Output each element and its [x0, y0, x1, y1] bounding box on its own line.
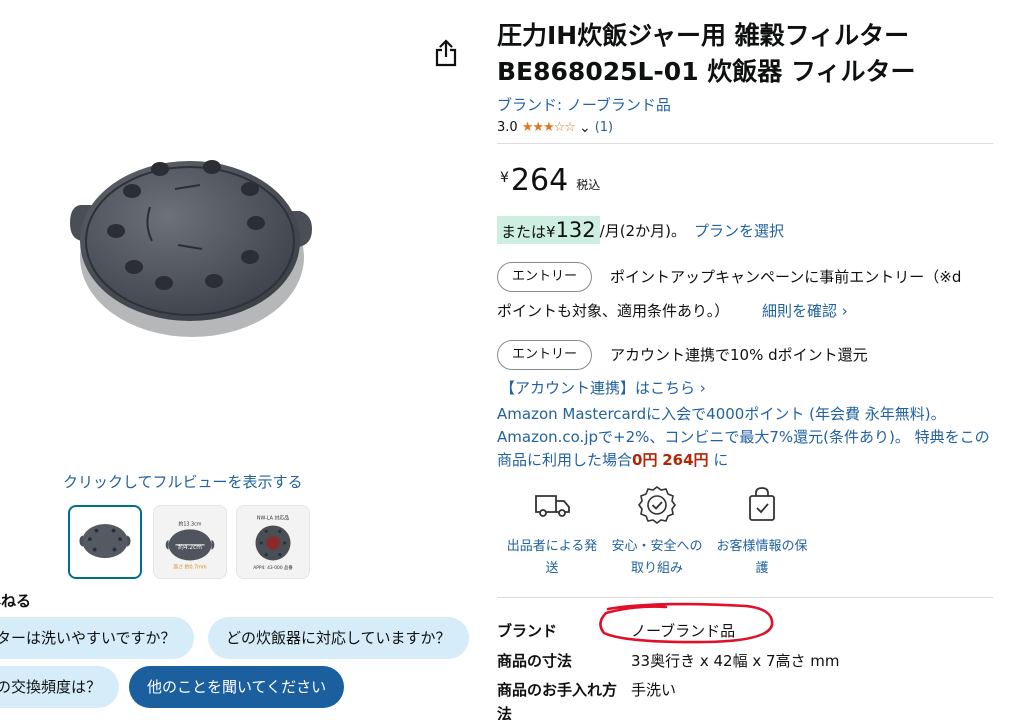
feature-privacy[interactable]: お客様情報の保護 — [712, 484, 812, 580]
secure-bag-icon — [749, 487, 775, 521]
ask-title: 尋ねる — [0, 592, 32, 610]
rating-value: 3.0 — [497, 120, 518, 135]
ask-chip-2[interactable]: どの炊飯器に対応していますか？ — [208, 617, 469, 659]
spec-value: 手洗い — [631, 681, 677, 699]
truck-icon — [535, 495, 570, 517]
product-title: 圧力IH炊飯ジャー用 雑穀フィルター BE868025L-01 炊飯器 フィルタ… — [497, 21, 916, 86]
ask-chip-3[interactable]: の交換頻度は？ — [0, 666, 120, 708]
mastercard-text: Amazon Mastercardに入会で4000ポイント (年会費 永年無料)… — [497, 405, 990, 469]
plan-select-link[interactable]: プランを選択 — [694, 220, 784, 241]
entry-button-2[interactable]: エントリー — [497, 340, 592, 370]
divider — [497, 143, 993, 144]
rating-count-link[interactable]: (1) — [595, 120, 613, 135]
star-rating-icon: ★★★☆☆ — [521, 120, 576, 135]
thumbnail-3[interactable]: NW-LA 対応品 APP4: 43-000 品番 — [236, 505, 310, 579]
badge-check-icon — [638, 486, 676, 524]
full-view-link[interactable]: クリックしてフルビューを表示する — [63, 471, 303, 492]
thumbnail-2[interactable]: 約13.3cm 約4.2cm 高さ 約0.7mm — [153, 505, 227, 579]
mastercard-orig-price: 264円 — [662, 451, 709, 469]
installment-symbol: ¥ — [546, 223, 556, 241]
feature-shipping[interactable]: 出品者による発送 — [502, 484, 602, 580]
price-symbol: ¥ — [500, 170, 509, 186]
brand-link[interactable]: ブランド: ノーブランド品 — [497, 94, 671, 115]
account-link[interactable]: 【アカウント連携】はこちら › — [500, 373, 706, 403]
thumbnail-1[interactable] — [68, 505, 142, 579]
spec-label: ブランド — [497, 622, 558, 640]
promo-2-line1: アカウント連携で10% dポイント還元 — [610, 346, 868, 364]
spec-value: 33奥行き x 42幅 x 7高さ mm — [631, 652, 840, 670]
chevron-down-icon[interactable]: ⌄ — [579, 121, 591, 135]
installment-period: /月(2か月)。 — [599, 221, 686, 240]
entry-button-1[interactable]: エントリー — [497, 262, 592, 292]
promo-1-line1: ポイントアップキャンペーンに事前エントリー（※d — [610, 268, 962, 286]
spec-label: 商品の寸法 — [497, 652, 573, 670]
feature-label-privacy: お客様情報の保護 — [716, 539, 808, 576]
divider — [497, 597, 993, 598]
product-main-image[interactable] — [60, 145, 320, 345]
price: ¥ 264 税込 — [500, 164, 600, 198]
share-icon[interactable] — [433, 38, 459, 68]
annotation-circle — [599, 602, 774, 644]
feature-label-shipping: 出品者による発送 — [506, 539, 598, 576]
thumbnail-2-image: 約13.3cm 約4.2cm 高さ 約0.7mm — [165, 520, 215, 570]
mastercard-zero-price: 0円 — [632, 451, 658, 469]
thumbnail-3-image: NW-LA 対応品 APP4: 43-000 品番 — [253, 515, 293, 572]
installment-amount: 132 — [555, 218, 596, 242]
feature-label-safety: 安心・安全への取り組み — [611, 539, 703, 576]
ask-other-button[interactable]: 他のことを聞いてください — [129, 666, 345, 708]
tax-label: 税込 — [576, 178, 601, 192]
mastercard-offer[interactable]: Amazon Mastercardに入会で4000ポイント (年会費 永年無料)… — [497, 403, 997, 472]
thumb2-caption: 約4.2cm — [178, 543, 202, 551]
ask-chip-1[interactable]: ターは洗いやすいですか？ — [0, 617, 194, 659]
thumbnail-1-image — [79, 524, 131, 559]
installment-prefix: または — [501, 223, 547, 241]
spec-label: 商品のお手入れ方法 — [497, 681, 618, 720]
thumb3-bottom-text: APP4: 43-000 品番 — [253, 564, 293, 571]
thumb2-bottom-text: 高さ 約0.7mm — [173, 563, 207, 570]
price-value: 264 — [510, 163, 569, 198]
thumb3-top-text: NW-LA 対応品 — [257, 515, 289, 522]
rating-row[interactable]: 3.0 ★★★☆☆ ⌄ (1) — [497, 120, 613, 135]
promo-1-line2: ポイントも対象、適用条件あり。） — [497, 302, 730, 320]
installment-row: または ¥ 132 /月(2か月)。 プランを選択 — [497, 216, 784, 244]
mastercard-text-after: に — [708, 451, 729, 469]
installment-badge: または ¥ 132 — [497, 216, 600, 244]
promo-1-details-link[interactable]: 細則を確認 › — [762, 296, 848, 326]
thumb2-top-text: 約13.3cm — [178, 520, 201, 527]
feature-safety[interactable]: 安心・安全への取り組み — [607, 484, 707, 580]
